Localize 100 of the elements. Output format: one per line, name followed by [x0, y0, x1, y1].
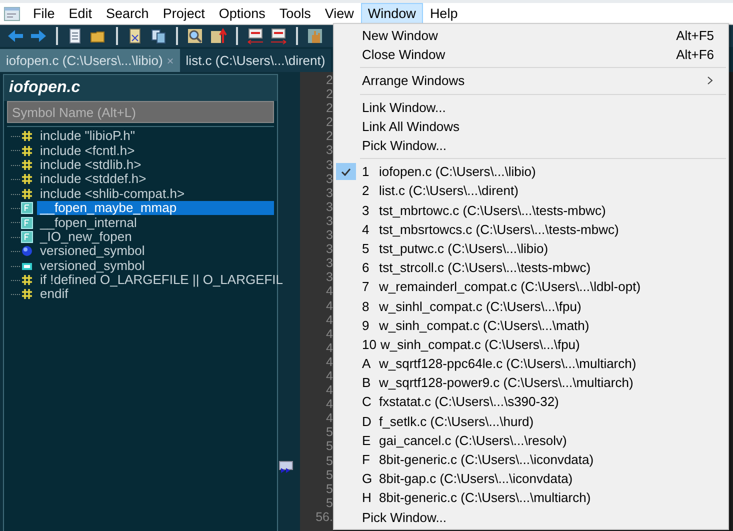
window-menu-item[interactable]: 9 w_sinh_compat.c (C:\Users\...\math)	[334, 316, 728, 335]
window-menu-item[interactable]: 5 tst_putwc.c (C:\Users\...\libio)	[334, 238, 728, 258]
menu-item[interactable]: Close Window Alt+F6	[334, 45, 728, 64]
line-number: 2	[325, 101, 333, 116]
symbol-item[interactable]: include <fcntl.h>	[37, 144, 138, 158]
window-menu-item[interactable]: 8 w_sinhl_compat.c (C:\Users\...\fpu)	[334, 296, 728, 316]
left-arrow-icon[interactable]	[6, 27, 25, 45]
window-menu-item[interactable]: D f_setlk.c (C:\Users\...\hurd)	[334, 412, 728, 431]
symbol-item[interactable]: if !defined O_LARGEFILE || O_LARGEFIL	[37, 273, 286, 288]
menu-item[interactable]: Pick Window...	[334, 508, 728, 527]
menu-item[interactable]: Pick Window...	[334, 136, 728, 156]
window-menu-item[interactable]: 10 w_sinh_compat.c (C:\Users\...\fpu)	[334, 334, 728, 354]
line-number: 4	[325, 397, 333, 412]
copy-icon[interactable]	[149, 27, 168, 45]
function-icon	[21, 202, 33, 214]
line-number: 3	[325, 214, 333, 228]
line-number: 2	[325, 87, 333, 102]
menu-item[interactable]: Link All Windows	[334, 116, 728, 136]
symbol-item[interactable]: _IO_new_fopen	[37, 230, 135, 244]
menu-item[interactable]: Link Window...	[334, 98, 728, 117]
function-icon	[21, 216, 33, 229]
hand-icon[interactable]	[306, 27, 325, 45]
line-number: 3	[325, 158, 333, 172]
window-menu-item[interactable]: A w_sqrtf128-ppc64le.c (C:\Users\...\multiarch)	[334, 354, 728, 374]
symbol-item[interactable]: versioned_symbol	[37, 258, 148, 273]
app-icon	[4, 6, 20, 20]
menu-bar-item[interactable]: File	[26, 3, 62, 24]
window-menu-item[interactable]: 3 tst_mbrtowc.c (C:\Users\...\tests-mbwc)	[334, 200, 728, 220]
window-menu-item[interactable]: F 8bit-generic.c (C:\Users\...\iconvdata)	[334, 450, 728, 470]
line-number: 4	[325, 368, 333, 384]
hash-icon	[21, 288, 33, 300]
menu-bar-item[interactable]: Options	[212, 3, 272, 24]
double-arrow-icon	[280, 467, 292, 474]
shortcut-label: Alt+F6	[676, 47, 714, 62]
menu-bar-item[interactable]: Search	[99, 3, 156, 24]
line-number: 5	[325, 454, 333, 468]
window-menu-item[interactable]: 1 iofopen.c (C:\Users\...\libio)	[334, 162, 728, 182]
line-number: 5	[325, 439, 333, 454]
line-number: 3	[325, 270, 333, 284]
menu-bar-item[interactable]: View	[318, 3, 361, 24]
line-number: 56.	[314, 510, 333, 524]
line-number: 4	[325, 383, 333, 398]
line-number: 4	[325, 411, 333, 426]
shortcut-label: Alt+F5	[676, 28, 714, 44]
file-tab[interactable]: list.c (C:\Users\...\dirent)	[180, 49, 332, 72]
hash-icon	[21, 158, 33, 171]
menu-bar-item[interactable]: Window	[360, 3, 423, 24]
window-menu-item[interactable]: C fxstatat.c (C:\Users\...\s390-32)	[334, 392, 728, 412]
line-number: 3	[325, 228, 333, 242]
symbol-item[interactable]: include <shlib-compat.h>	[37, 186, 188, 201]
line-number: 5	[325, 482, 333, 496]
symbol-item[interactable]: versioned_symbol	[37, 244, 148, 258]
symbol-item[interactable]: __fopen_maybe_mmap	[37, 201, 274, 216]
line-number: 4	[325, 326, 333, 341]
hash-icon	[21, 144, 33, 157]
menu-item[interactable]: Arrange Windows	[334, 71, 728, 91]
window-menu-item[interactable]: 7 w_remainderl_compat.c (C:\Users\...\ldbl-opt)	[334, 277, 728, 296]
line-number: 4	[325, 298, 333, 313]
window-menu-item[interactable]: H 8bit-generic.c (C:\Users\...\multiarch)	[334, 488, 728, 508]
symbol-search-field[interactable]: Symbol Name (Alt+L)	[7, 101, 274, 123]
line-number: 2	[325, 115, 333, 130]
panel-title: iofopen.c	[4, 75, 277, 101]
magnifier-icon[interactable]	[186, 27, 205, 45]
right-arrow-icon[interactable]	[29, 27, 48, 45]
symbol-item[interactable]: include "libioP.h"	[37, 129, 138, 144]
file-tab[interactable]: iofopen.c (C:\Users\...\libio) ×	[0, 49, 180, 72]
window-menu-item[interactable]: 2 list.c (C:\Users\...\dirent)	[334, 181, 728, 200]
page-up-arrow-icon[interactable]	[209, 27, 228, 45]
bookmark-right-icon[interactable]	[269, 27, 288, 45]
line-number: 3	[325, 186, 333, 200]
chevron-right-icon	[706, 76, 714, 86]
hash-icon	[21, 188, 33, 200]
menu-bar-item[interactable]: Edit	[62, 3, 100, 24]
line-number: 2	[325, 73, 333, 88]
line-number: 3	[325, 143, 333, 158]
menu-bar-item[interactable]: Project	[156, 3, 212, 24]
line-number: 3	[325, 200, 333, 214]
line-number: 4	[325, 284, 333, 298]
expand-button[interactable]	[279, 461, 293, 470]
symbol-item[interactable]: include <stddef.h>	[37, 172, 150, 186]
symbol-item[interactable]: include <stdlib.h>	[37, 158, 144, 172]
window-menu-item[interactable]: 4 tst_mbsrtowcs.c (C:\Users\...\tests-mbwc)	[334, 220, 728, 239]
line-number: 5	[325, 425, 333, 440]
window-menu-item[interactable]: B w_sqrtf128-power9.c (C:\Users\...\multiarch)	[334, 373, 728, 392]
window-menu-item[interactable]: G 8bit-gap.c (C:\Users\...\iconvdata)	[334, 469, 728, 488]
hash-icon	[21, 130, 33, 142]
window-menu-item[interactable]: E gai_cancel.c (C:\Users\...\resolv)	[334, 430, 728, 450]
checkmark-icon	[341, 168, 351, 176]
line-number: 3	[325, 172, 333, 186]
menu-bar-item[interactable]: Tools	[272, 3, 318, 24]
window-menu-item[interactable]: 6 tst_strcoll.c (C:\Users\...\tests-mbwc)	[334, 258, 728, 278]
function-icon	[21, 230, 33, 243]
menu-bar-item[interactable]: Help	[422, 3, 465, 24]
hash-icon	[21, 274, 33, 286]
symbol-item[interactable]: endif	[37, 287, 72, 302]
symbol-item[interactable]: __fopen_internal	[37, 216, 140, 230]
line-number: 4	[325, 354, 333, 369]
line-number: 4	[325, 340, 333, 355]
bookmark-left-icon[interactable]	[246, 27, 265, 45]
line-number: 2	[325, 129, 333, 144]
